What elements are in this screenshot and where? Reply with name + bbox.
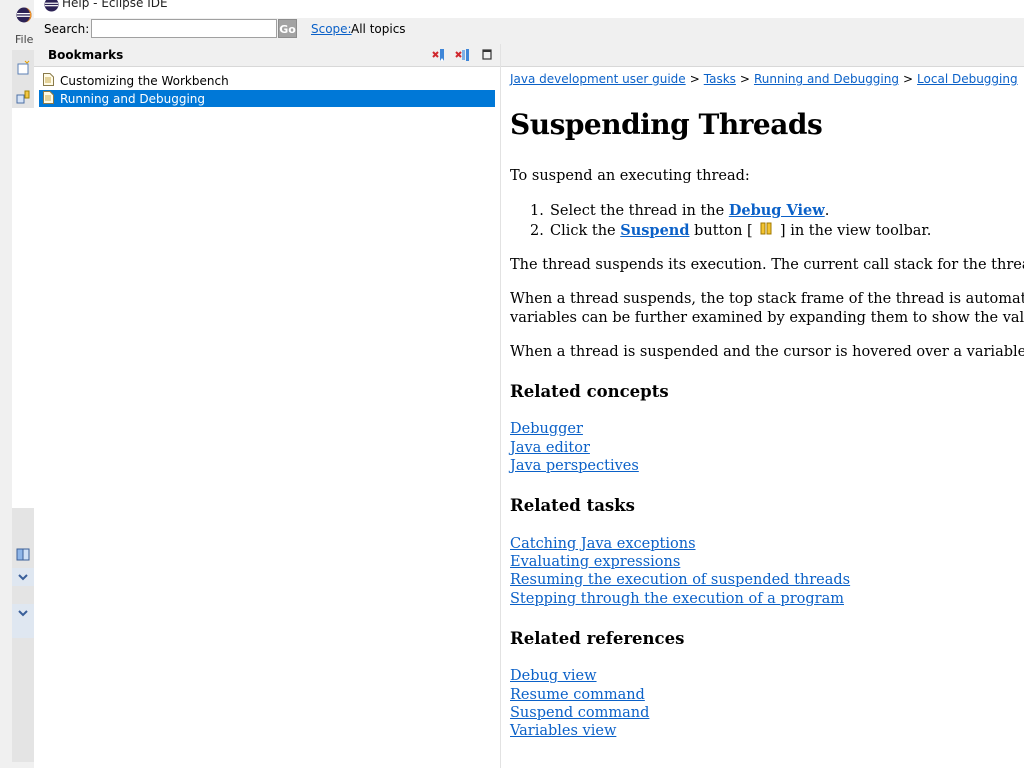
related-concepts-heading: Related concepts [510,382,669,401]
related-task-link[interactable]: Resuming the execution of suspended thre… [510,572,850,588]
views-icon[interactable] [15,546,31,562]
page-title: Suspending Threads [510,108,823,141]
bookmarks-title: Bookmarks [48,48,124,62]
breadcrumb-separator: > [902,72,914,86]
paragraph: When a thread is suspended and the curso… [510,344,1024,360]
paragraph: The thread suspends its execution. The c… [510,257,1024,273]
related-task-link[interactable]: Catching Java exceptions [510,536,696,552]
background-eclipse-window: File [0,0,35,768]
breadcrumb-separator: > [739,72,750,86]
related-task-link[interactable]: Evaluating expressions [510,554,680,570]
related-reference-link[interactable]: Variables view [510,723,616,739]
bookmarks-pane: Bookmarks Customizing the Workbench Runn… [34,44,501,768]
suspend-link[interactable]: Suspend [620,222,689,239]
step-text: ] in the view toolbar. [775,223,932,239]
remove-all-bookmarks-icon[interactable] [455,47,471,63]
related-concept-link[interactable]: Debugger [510,421,583,437]
page-icon [43,91,54,104]
breadcrumb-separator: > [689,72,700,86]
go-button[interactable]: Go [278,19,297,38]
maximize-icon[interactable] [479,47,495,63]
step-1: 1. Select the thread in the Debug View. [530,202,829,219]
step-text: Click the [550,223,621,239]
window-title: Help - Eclipse IDE [62,0,168,10]
search-label: Search: [44,22,90,36]
bookmark-label: Running and Debugging [60,92,206,106]
chevron-down-icon [18,574,28,581]
scope-value: All topics [351,22,406,36]
search-bar: Search: Go Scope: All topics [34,18,1024,44]
breadcrumb-link[interactable]: Local Debugging [917,72,1018,86]
page-icon [43,73,54,86]
breadcrumb-link[interactable]: Running and Debugging [754,72,899,86]
title-bar: Help - Eclipse IDE [34,0,1024,18]
paragraph: variables can be further examined by exp… [510,310,1024,326]
related-references-heading: Related references [510,629,685,648]
search-input[interactable] [91,19,277,38]
new-icon[interactable] [15,60,31,76]
step-text: button [ [689,223,758,239]
breadcrumb-link[interactable]: Java development user guide [510,72,686,86]
bookmarks-header: Bookmarks [34,44,500,67]
breadcrumb-link[interactable]: Tasks [704,72,736,86]
intro-text: To suspend an executing thread: [510,168,750,184]
suspend-icon [760,222,772,235]
step-text: . [824,203,830,219]
step-number: 1. [530,203,544,219]
chevron-down-icon [18,610,28,617]
related-concept-link[interactable]: Java perspectives [510,458,639,474]
background-panel [12,108,34,508]
related-reference-link[interactable]: Debug view [510,668,597,684]
related-task-link[interactable]: Stepping through the execution of a prog… [510,591,844,607]
related-reference-link[interactable]: Resume command [510,687,645,703]
remove-bookmark-icon[interactable] [431,47,447,63]
step-2: 2. Click the Suspend button [ ] in the vi… [530,222,931,239]
bookmark-item[interactable]: Customizing the Workbench [39,72,495,89]
step-number: 2. [530,223,544,239]
menu-file[interactable]: File [15,33,33,46]
breadcrumb: Java development user guide > Tasks > Runnin… [510,72,1018,86]
content-toolbar [501,44,1024,67]
related-reference-link[interactable]: Suspend command [510,705,649,721]
related-tasks-heading: Related tasks [510,496,635,515]
debug-view-link[interactable]: Debug View [729,202,825,219]
content-pane: Java development user guide > Tasks > Runnin… [501,44,1024,768]
bookmark-item-selected[interactable]: Running and Debugging [39,90,495,107]
collapse-button[interactable] [12,568,34,586]
help-window: Help - Eclipse IDE Search: Go Scope: All… [34,0,1024,768]
related-concept-link[interactable]: Java editor [510,440,590,456]
step-text: Select the thread in the [550,203,729,219]
tool-icon[interactable] [15,89,31,105]
scope-link[interactable]: Scope: [311,22,352,36]
eclipse-logo-icon [44,0,59,12]
bookmark-label: Customizing the Workbench [60,74,229,88]
eclipse-logo-icon [16,7,32,23]
collapse-button-2[interactable] [12,604,34,638]
paragraph: When a thread suspends, the top stack fr… [510,291,1024,307]
